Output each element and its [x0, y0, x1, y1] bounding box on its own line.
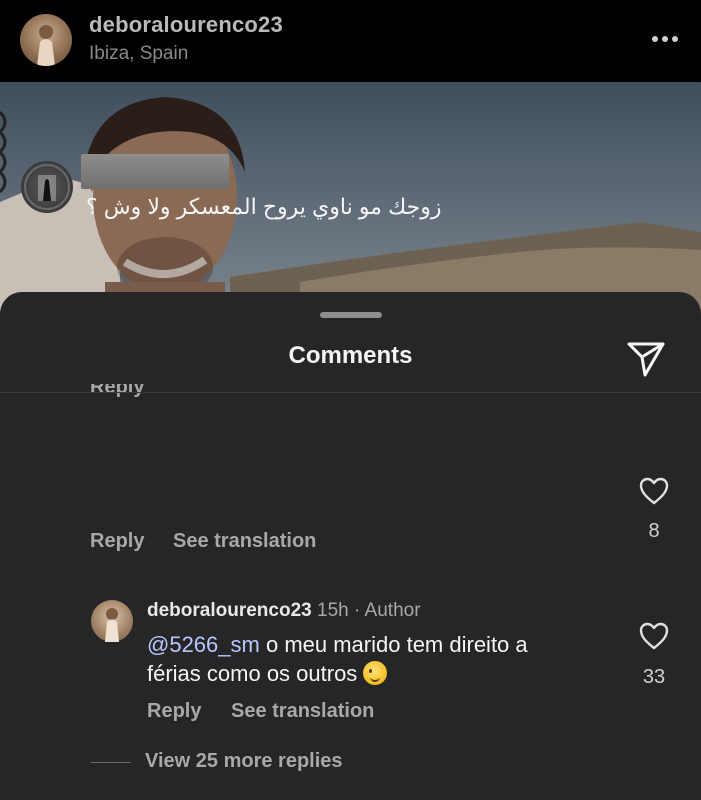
share-button[interactable]: [624, 335, 668, 379]
post-location[interactable]: Ibiza, Spain: [89, 43, 188, 65]
post-author-avatar[interactable]: [20, 14, 72, 66]
reply-username[interactable]: deboralourenco23: [147, 600, 312, 621]
instagram-comments-screen: deboralourenco23 Ibiza, Spain Comments R…: [0, 0, 701, 800]
more-options-button[interactable]: [647, 24, 683, 54]
reply-reply-button[interactable]: Reply: [147, 700, 201, 723]
comment-see-translation-button[interactable]: See translation: [173, 530, 316, 553]
sheet-divider: [0, 392, 701, 393]
reply-time: 15h: [317, 600, 349, 621]
winking-face-emoji-icon: [363, 661, 388, 685]
cut-off-reply-label: Reply: [90, 384, 145, 398]
comment-like-button[interactable]: [639, 477, 669, 505]
replies-divider-line: [91, 762, 131, 763]
comment-avatar[interactable]: [21, 161, 73, 213]
comment-like-count: 8: [648, 520, 660, 542]
avatar-image: [37, 25, 55, 66]
paper-plane-icon: [627, 342, 665, 377]
view-more-replies-button[interactable]: View 25 more replies: [145, 750, 343, 773]
avatar-image: [105, 608, 119, 642]
reply-author-avatar[interactable]: [91, 600, 133, 642]
post-header: deboralourenco23 Ibiza, Spain: [0, 0, 701, 82]
heart-outline-icon: [639, 477, 669, 505]
reply-mention[interactable]: @5266_sm: [147, 632, 260, 657]
avatar-image: [24, 164, 70, 210]
heart-outline-icon: [639, 622, 669, 650]
drag-handle[interactable]: [320, 312, 382, 318]
reply-separator: ·: [353, 600, 361, 621]
sheet-title: Comments: [288, 342, 413, 369]
cut-off-reply-button[interactable]: Reply: [90, 384, 144, 398]
reply-text-block: @5266_sm o meu marido tem direito a féri…: [147, 630, 587, 688]
reply-like-count: 33: [642, 666, 666, 688]
comment-reply-button[interactable]: Reply: [90, 530, 144, 553]
more-horizontal-icon: [652, 36, 678, 42]
reply-see-translation-button[interactable]: See translation: [231, 700, 374, 723]
reply-like-button[interactable]: [639, 622, 669, 650]
redacted-username: [81, 154, 229, 189]
author-badge: Author: [364, 600, 421, 621]
comment-text: زوجك مو ناوي يروح المعسكر ولا وش ؟: [86, 194, 442, 219]
post-username[interactable]: deboralourenco23: [89, 12, 283, 38]
reply-meta: deboralourenco23 15h · Author: [147, 600, 421, 622]
